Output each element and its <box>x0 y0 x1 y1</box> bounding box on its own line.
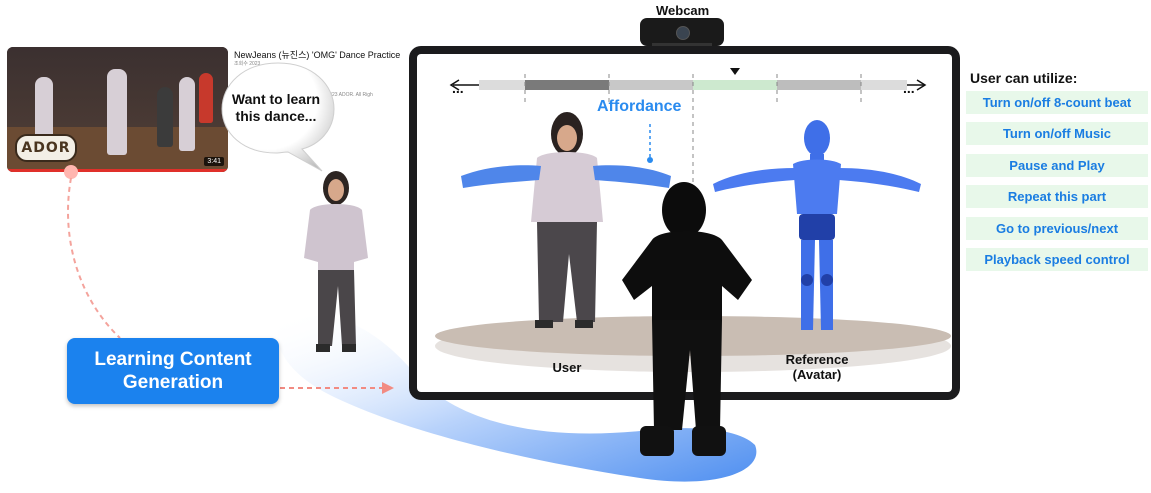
reference-label-line1: Reference <box>785 352 849 367</box>
real-user-silhouette <box>622 182 752 456</box>
user-label: User <box>552 360 582 375</box>
reference-label-line2: (Avatar) <box>792 367 842 382</box>
option-toggle-music[interactable]: Turn on/off Music <box>966 122 1148 145</box>
lcg-line1: Learning Content <box>94 349 252 370</box>
option-toggle-beat[interactable]: Turn on/off 8-count beat <box>966 91 1148 114</box>
webcam-lens <box>676 26 690 40</box>
learning-content-generation-box: Learning Content Generation <box>67 338 279 404</box>
panel-title: User can utilize: <box>970 70 1078 86</box>
timeline-right-ellipsis: ... <box>903 80 915 96</box>
lcg-line2: Generation <box>122 372 224 393</box>
option-repeat-part[interactable]: Repeat this part <box>966 185 1148 208</box>
timeline-left-ellipsis: ... <box>452 80 464 96</box>
option-pause-play[interactable]: Pause and Play <box>966 154 1148 177</box>
webcam-label: Webcam <box>656 3 710 18</box>
reference-label: Reference (Avatar) <box>757 352 877 382</box>
affordance-label: Affordance <box>597 98 682 115</box>
option-playback-speed[interactable]: Playback speed control <box>966 248 1148 271</box>
option-prev-next[interactable]: Go to previous/next <box>966 217 1148 240</box>
webcam-device <box>640 18 724 47</box>
